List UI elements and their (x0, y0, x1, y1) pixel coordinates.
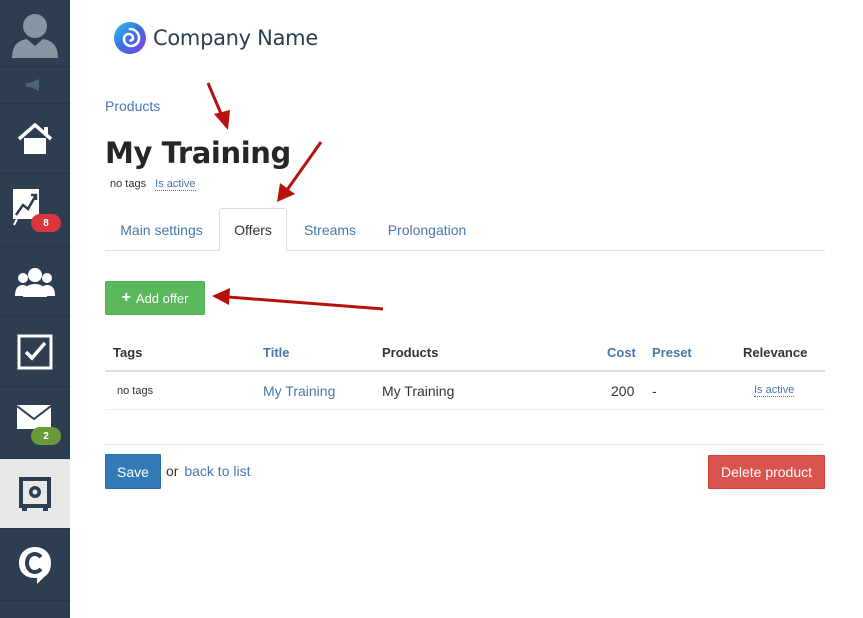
annotation-arrow-breadcrumb (206, 82, 230, 130)
home-icon (17, 122, 53, 154)
sidebar-item-chat[interactable] (0, 529, 70, 601)
offers-table-header: Tags Title Products Cost Preset Relevanc… (105, 335, 825, 372)
back-to-list-group: or back to list (166, 463, 250, 479)
annotation-arrow-add-offer (212, 288, 384, 311)
page-title: My Training (105, 136, 291, 170)
save-button[interactable]: Save (105, 454, 161, 489)
row-cost: 200 (611, 382, 635, 399)
sidebar-item-messages[interactable]: 2 (0, 387, 70, 459)
user-avatar-icon (12, 14, 58, 58)
row-products: My Training (382, 382, 455, 399)
company-logo[interactable]: Company Name (113, 21, 318, 55)
mail-icon (17, 404, 51, 429)
users-icon (15, 267, 55, 297)
megaphone-icon (26, 79, 39, 91)
table-row: no tags My Training My Training 200 - Is… (105, 372, 825, 410)
tab-main-settings[interactable]: Main settings (105, 208, 218, 251)
column-header-relevance: Relevance (743, 345, 808, 360)
row-preset: - (652, 382, 657, 399)
sidebar-item-home[interactable] (0, 104, 70, 174)
breadcrumb-products[interactable]: Products (105, 98, 160, 114)
tab-streams[interactable]: Streams (292, 208, 368, 251)
row-relevance-link[interactable]: Is active (754, 384, 795, 397)
sidebar: 8 2 (0, 0, 70, 618)
sidebar-item-tasks[interactable] (0, 317, 70, 387)
plus-icon: + (121, 289, 131, 306)
status-toggle-link[interactable]: Is active (155, 178, 196, 191)
column-header-tags: Tags (113, 345, 143, 360)
analytics-count-badge: 8 (31, 214, 61, 232)
sidebar-item-users[interactable] (0, 247, 70, 317)
column-header-products: Products (382, 345, 439, 360)
form-divider (105, 444, 825, 445)
row-tags: no tags (117, 384, 154, 397)
sidebar-item-analytics[interactable]: 8 (0, 174, 70, 247)
tab-prolongation[interactable]: Prolongation (373, 208, 481, 251)
tabs-bar: Main settings Offers Streams Prolongatio… (105, 208, 825, 251)
column-header-title[interactable]: Title (263, 335, 290, 370)
checkbox-icon (17, 334, 53, 369)
tab-offers[interactable]: Offers (219, 208, 287, 251)
add-offer-button[interactable]: + Add offer (105, 281, 205, 315)
column-header-preset[interactable]: Preset (652, 335, 692, 370)
back-to-list-link[interactable]: back to list (184, 463, 250, 479)
sidebar-item-announcements[interactable] (0, 67, 70, 104)
product-tags: no tags (110, 178, 147, 190)
row-title-link[interactable]: My Training (263, 372, 335, 409)
delete-product-button[interactable]: Delete product (708, 455, 825, 489)
messages-count-badge: 2 (31, 427, 61, 445)
user-avatar[interactable] (0, 0, 70, 67)
add-offer-label: Add offer (135, 290, 189, 306)
column-header-cost[interactable]: Cost (607, 335, 636, 370)
safe-icon (19, 476, 51, 511)
sidebar-item-products[interactable] (0, 459, 70, 529)
chat-icon (19, 546, 51, 584)
product-meta: no tags Is active (110, 178, 196, 191)
company-name: Company Name (153, 26, 318, 50)
or-label: or (166, 463, 179, 479)
spiral-logo-icon (114, 22, 146, 54)
